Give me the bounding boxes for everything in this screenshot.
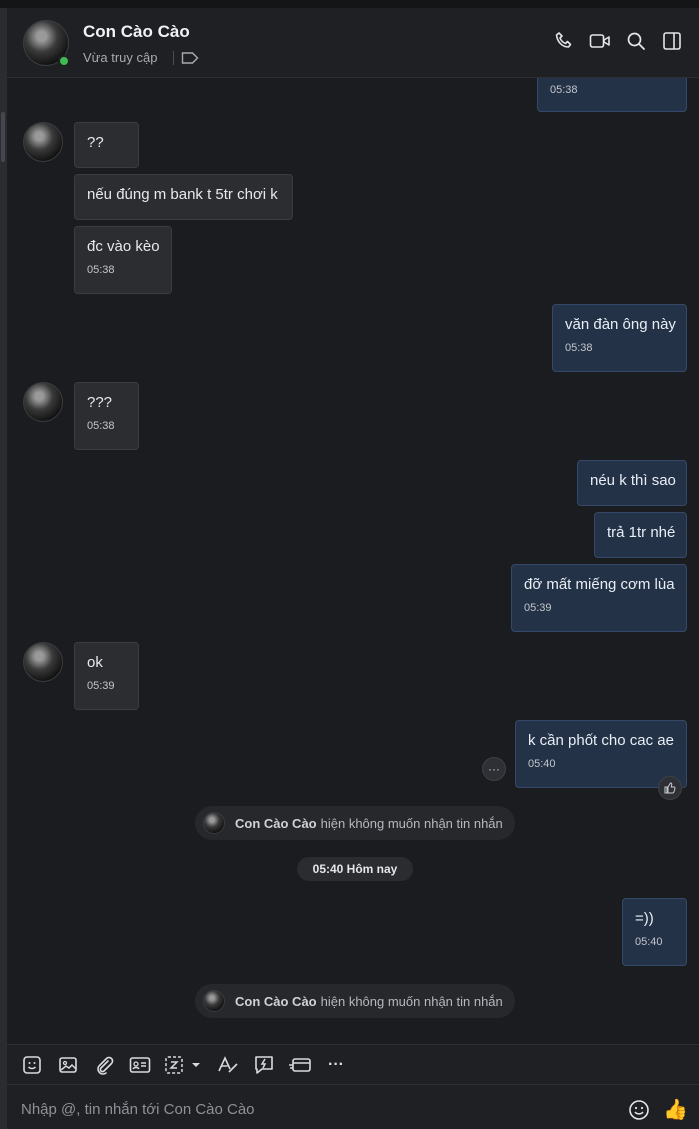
notice-avatar [203,812,225,834]
incoming-message[interactable]: ok 05:39 [74,642,139,710]
date-divider: 05:40 Hôm nay [297,857,413,881]
text-format-icon[interactable] [215,1052,241,1078]
sticker-icon[interactable] [19,1052,45,1078]
sender-avatar[interactable] [23,642,63,682]
notice-name: Con Cào Cào [235,993,317,1009]
outgoing-message[interactable]: néu k thì sao [577,460,687,506]
chat-header: Con Cào Cào Vừa truy cập [7,8,699,78]
video-call-icon[interactable] [589,30,611,52]
message-text: nếu đúng m bank t 5tr chơi k [87,186,278,203]
outgoing-message[interactable]: trả 1tr nhé [594,512,687,558]
image-icon[interactable] [55,1052,81,1078]
message-time: 05:38 [87,420,115,432]
message-time: 05:39 [524,602,552,614]
outgoing-message[interactable]: đỡ mất miếng cơm lùa 05:39 [511,564,687,632]
outgoing-message[interactable]: k cần phốt cho cac ae 05:40 [515,720,687,788]
message-time: 05:39 [87,680,115,692]
incoming-message[interactable]: đc vào kèo 05:38 [74,226,172,294]
emoji-icon[interactable] [628,1099,650,1126]
attachment-icon[interactable] [91,1052,117,1078]
screenshot-icon[interactable] [163,1052,205,1078]
header-divider [173,51,174,65]
message-text: ?? [87,134,104,151]
message-list[interactable]: 05:38 ?? nếu đúng m bank t 5tr chơi k đc… [7,78,699,1044]
tag-icon[interactable] [181,51,199,70]
more-icon[interactable]: ··· [323,1052,349,1078]
left-scrollbar[interactable] [0,8,7,1129]
composer-toolbar: ··· [7,1044,699,1084]
message-more-button[interactable]: ··· [482,757,506,781]
outgoing-message[interactable]: văn đàn ông này 05:38 [552,304,687,372]
like-button[interactable]: 👍 [663,1097,688,1122]
notice-text: hiện không muốn nhận tin nhắn [320,993,503,1009]
message-text: =)) [635,910,654,927]
scrollbar-thumb[interactable] [1,112,5,162]
notice-name: Con Cào Cào [235,815,317,831]
outgoing-message[interactable]: 05:38 [537,78,687,112]
message-text: văn đàn ông này [565,316,676,333]
message-text: đỡ mất miếng cơm lùa [524,576,675,593]
sender-avatar[interactable] [23,122,63,162]
system-notice: Con Cào Cào hiện không muốn nhận tin nhắ… [195,806,515,840]
message-text: k cần phốt cho cac ae [528,732,674,749]
message-text: ??? [87,394,113,411]
contact-name[interactable]: Con Cào Cào [83,22,190,42]
system-notice: Con Cào Cào hiện không muốn nhận tin nhắ… [195,984,515,1018]
window-title-strip [0,0,699,8]
message-time: 05:38 [565,342,593,354]
online-indicator [58,55,70,67]
contact-status: Vừa truy cập [83,50,158,65]
notice-avatar [203,990,225,1012]
incoming-message[interactable]: ??? 05:38 [74,382,139,450]
incoming-message[interactable]: nếu đúng m bank t 5tr chơi k [74,174,293,220]
card-icon[interactable] [287,1052,313,1078]
message-text: ok [87,654,103,671]
message-time: 05:40 [635,936,663,948]
message-time: 05:40 [528,758,556,770]
message-text: đc vào kèo [87,238,160,255]
sender-avatar[interactable] [23,382,63,422]
sidebar-toggle-icon[interactable] [661,30,683,52]
search-icon[interactable] [625,30,647,52]
phone-icon[interactable] [553,30,575,52]
message-text: néu k thì sao [590,472,676,489]
contact-card-icon[interactable] [127,1052,153,1078]
quick-message-icon[interactable] [251,1052,277,1078]
message-time: 05:38 [550,84,578,96]
notice-text: hiện không muốn nhận tin nhắn [320,815,503,831]
message-text: trả 1tr nhé [607,524,676,541]
message-composer[interactable]: Nhập @, tin nhắn tới Con Cào Cào 👍 [7,1084,699,1129]
react-like-icon[interactable] [658,776,682,800]
message-input[interactable]: Nhập @, tin nhắn tới Con Cào Cào [21,1101,255,1118]
outgoing-message[interactable]: =)) 05:40 [622,898,687,966]
message-time: 05:38 [87,264,115,276]
incoming-message[interactable]: ?? [74,122,139,168]
